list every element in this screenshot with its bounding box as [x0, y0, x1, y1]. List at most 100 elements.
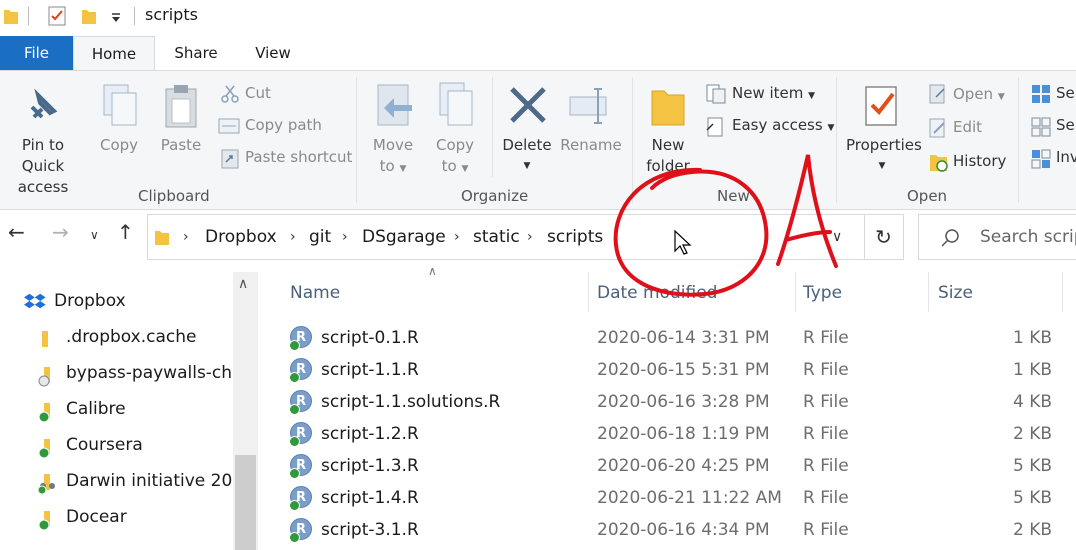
breadcrumb-static[interactable]: static: [473, 227, 520, 247]
nav-scrollbar-thumb[interactable]: [235, 455, 256, 550]
new-group-label: New: [717, 187, 750, 205]
nav-item-darwin-initiative[interactable]: Darwin initiative 2019: [66, 471, 254, 491]
sync-check-icon: [289, 436, 300, 447]
move-to-label-line1: Move: [372, 136, 414, 154]
synced-folder-icon: [38, 367, 50, 387]
forward-arrow-icon[interactable]: →: [52, 220, 69, 244]
file-type: R File: [803, 520, 849, 540]
group-divider: [492, 77, 493, 177]
column-header-date-modified[interactable]: Date modified: [597, 283, 717, 303]
delete-icon: [510, 87, 546, 123]
nav-item-dropbox-cache[interactable]: .dropbox.cache: [66, 327, 196, 347]
file-date-modified: 2020-06-14 3:31 PM: [597, 328, 770, 348]
file-type: R File: [803, 488, 849, 508]
divider: [134, 7, 135, 25]
new-folder-label-line1: New: [651, 136, 685, 154]
ribbon: Pin to Quick access Copy Paste Cut Copy …: [0, 70, 1076, 210]
scroll-up-chevron-icon[interactable]: ∧: [238, 276, 248, 292]
clipboard-group-label: Clipboard: [138, 187, 210, 205]
group-divider: [1018, 77, 1019, 203]
breadcrumb-chevron-icon[interactable]: ›: [342, 229, 348, 245]
move-to-icon: [377, 84, 412, 126]
easy-access-label: Easy access: [732, 116, 823, 134]
column-divider[interactable]: [1062, 272, 1063, 312]
history-icon: [930, 155, 948, 172]
new-folder-icon[interactable]: [80, 6, 98, 26]
breadcrumb-chevron-icon[interactable]: ›: [183, 229, 189, 245]
sync-check-icon: [289, 500, 300, 511]
column-divider[interactable]: [795, 272, 796, 312]
column-divider[interactable]: [928, 272, 929, 312]
folder-icon: [155, 231, 169, 245]
delete-button[interactable]: Delete ▼: [500, 135, 554, 177]
refresh-icon[interactable]: ↻: [864, 214, 904, 260]
copy-path-button[interactable]: Copy path: [245, 116, 322, 134]
cut-button[interactable]: Cut: [245, 84, 271, 102]
select-none-icon: [1031, 117, 1051, 137]
delete-label: Delete: [502, 136, 552, 154]
breadcrumb-chevron-icon[interactable]: ›: [454, 229, 460, 245]
breadcrumb-chevron-icon[interactable]: ›: [527, 229, 533, 245]
organize-group-label: Organize: [461, 187, 529, 205]
breadcrumb-scripts[interactable]: scripts: [547, 227, 603, 247]
breadcrumb-chevron-icon[interactable]: ›: [290, 229, 296, 245]
file-name: script-1.1.R: [321, 360, 419, 380]
properties-button[interactable]: Properties ▼: [846, 135, 922, 177]
file-size: 5 KB: [1012, 456, 1052, 476]
back-arrow-icon[interactable]: ←: [8, 220, 25, 244]
column-divider[interactable]: [588, 272, 589, 312]
history-button[interactable]: History: [953, 152, 1006, 170]
file-size: 4 KB: [1012, 392, 1052, 412]
copy-to-label-line2: to: [441, 157, 457, 175]
paste-shortcut-button[interactable]: Paste shortcut: [245, 148, 352, 166]
breadcrumb-git[interactable]: git: [309, 227, 331, 247]
tab-view[interactable]: View: [240, 36, 306, 70]
move-to-button[interactable]: Move to ▼: [366, 135, 420, 180]
copy-button[interactable]: Copy: [94, 135, 144, 156]
easy-access-button[interactable]: Easy access ▼: [732, 116, 834, 134]
nav-item-docear[interactable]: Docear: [66, 507, 127, 527]
copy-to-button[interactable]: Copy to ▼: [428, 135, 482, 180]
edit-button[interactable]: Edit: [953, 118, 982, 136]
file-date-modified: 2020-06-18 1:19 PM: [597, 424, 770, 444]
new-folder-button[interactable]: New folder: [640, 135, 696, 177]
group-divider: [632, 77, 633, 203]
pin-to-quick-access-button[interactable]: Pin to Quick access: [0, 135, 86, 198]
breadcrumb-dropbox[interactable]: Dropbox: [205, 227, 277, 247]
new-item-button[interactable]: New item ▼: [732, 84, 815, 102]
tab-home[interactable]: Home: [73, 36, 155, 71]
nav-item-calibre[interactable]: Calibre: [66, 399, 126, 419]
column-header-size[interactable]: Size: [938, 283, 973, 303]
window-title: scripts: [145, 5, 198, 24]
breadcrumb-dsgarage[interactable]: DSgarage: [362, 227, 446, 247]
invert-selection-button[interactable]: Inv: [1056, 148, 1076, 166]
new-item-icon: [706, 84, 726, 104]
rename-button[interactable]: Rename: [558, 135, 624, 156]
up-arrow-icon[interactable]: ↑: [117, 220, 134, 244]
nav-item-coursera[interactable]: Coursera: [66, 435, 143, 455]
address-dropdown-chevron-icon[interactable]: ∨: [832, 229, 842, 245]
select-all-button[interactable]: Sel: [1056, 84, 1076, 102]
paste-button[interactable]: Paste: [156, 135, 206, 156]
pin-label-line1: Pin to Quick: [21, 136, 65, 175]
column-header-name[interactable]: Name: [290, 283, 340, 303]
quick-access-dropdown-icon[interactable]: [110, 12, 122, 24]
easy-access-icon: [706, 117, 723, 137]
file-size: 2 KB: [1012, 424, 1052, 444]
file-name: script-1.2.R: [321, 424, 419, 444]
properties-checkbox-icon[interactable]: [47, 5, 67, 27]
recent-locations-chevron-icon[interactable]: ∨: [90, 228, 99, 242]
chevron-down-icon: ▼: [461, 164, 469, 174]
column-header-type[interactable]: Type: [803, 283, 842, 303]
nav-item-dropbox[interactable]: Dropbox: [54, 291, 126, 311]
sync-check-icon: [289, 532, 300, 543]
synced-folder-icon: [38, 403, 50, 423]
tab-share[interactable]: Share: [160, 36, 232, 70]
tab-file[interactable]: File: [0, 36, 73, 70]
nav-item-bypass-paywalls[interactable]: bypass-paywalls-chro: [66, 363, 249, 383]
folder-icon: [42, 331, 48, 347]
chevron-down-icon: ▼: [808, 91, 816, 101]
open-button[interactable]: Open ▼: [953, 85, 1005, 103]
group-divider: [356, 77, 357, 203]
select-none-button[interactable]: Sel: [1056, 116, 1076, 134]
